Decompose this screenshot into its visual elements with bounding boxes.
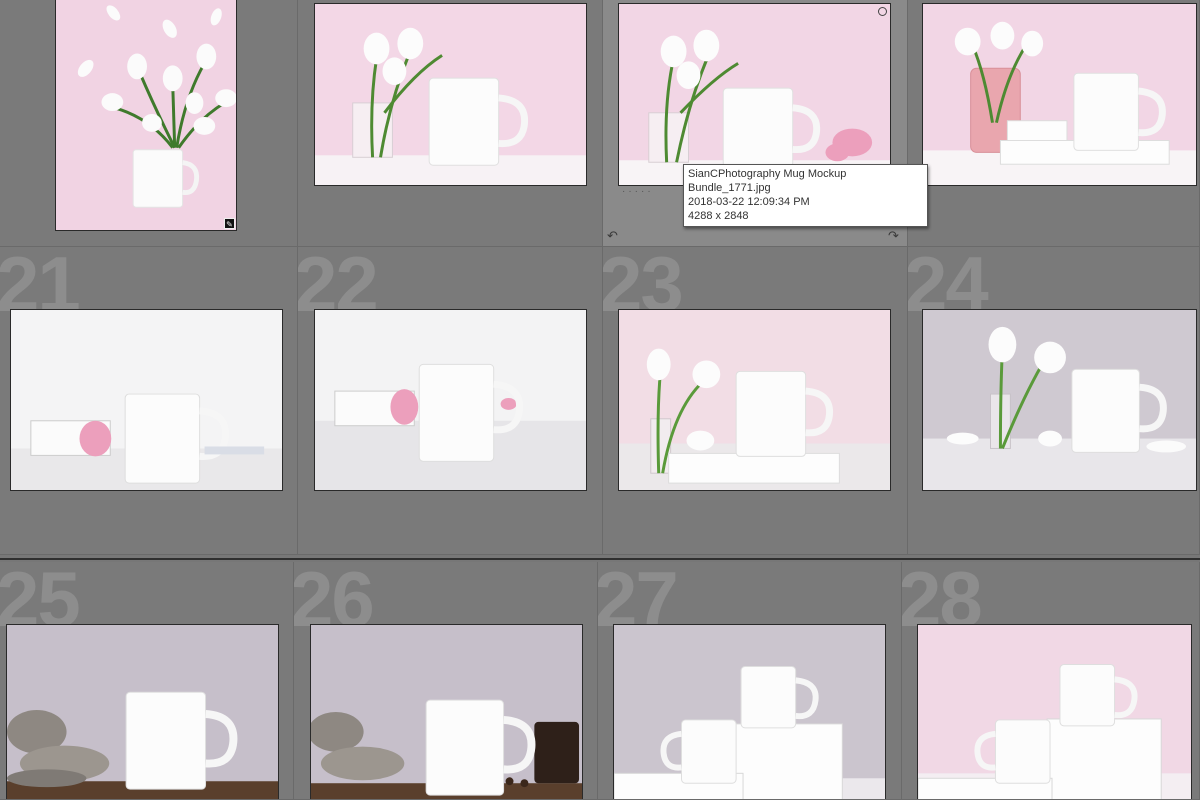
edit-badge-icon: ✎ [224,218,235,229]
photo-thumbnail[interactable] [10,309,283,491]
photo-thumbnail[interactable] [917,624,1192,799]
grid-cell[interactable]: 28 [902,562,1200,800]
grid-cell[interactable]: ✎ [0,0,298,247]
photo-thumbnail[interactable] [613,624,886,799]
grid-cell[interactable]: 23 [603,247,908,555]
photo-thumbnail[interactable] [922,3,1197,186]
tooltip-datetime: 2018-03-22 12:09:34 PM [688,196,810,208]
photo-thumbnail[interactable] [618,309,891,491]
photo-thumbnail[interactable] [55,0,237,231]
grid-cell[interactable]: 27 [598,562,902,800]
row-separator [0,558,1200,560]
grid-cell[interactable]: 24 [908,247,1200,555]
grid-cell[interactable]: 25 [0,562,294,800]
photo-thumbnail[interactable] [310,624,583,799]
tooltip-dimensions: 4288 x 2848 [688,210,749,222]
library-grid: ✎ ····· ↶ ↷ 21 22 23 24 25 26 27 28 Sian… [0,0,1200,800]
selection-circle-icon[interactable] [878,7,887,16]
grid-cell[interactable]: 26 [294,562,598,800]
photo-thumbnail[interactable] [922,309,1197,491]
photo-thumbnail[interactable] [618,3,891,186]
rotate-right-icon[interactable]: ↷ [888,229,899,242]
photo-thumbnail[interactable] [314,3,587,186]
photo-thumbnail[interactable] [314,309,587,491]
grid-cell[interactable] [298,0,603,247]
grid-cell[interactable]: 21 [0,247,298,555]
rotate-left-icon[interactable]: ↶ [607,229,618,242]
tooltip-filename: SianCPhotography Mug Mockup Bundle_1771.… [688,168,847,194]
grid-cell[interactable]: 22 [298,247,603,555]
photo-thumbnail[interactable] [6,624,279,799]
rating-dots[interactable]: ····· [622,186,654,197]
grid-cell[interactable] [908,0,1200,247]
file-info-tooltip: SianCPhotography Mug Mockup Bundle_1771.… [683,164,928,227]
